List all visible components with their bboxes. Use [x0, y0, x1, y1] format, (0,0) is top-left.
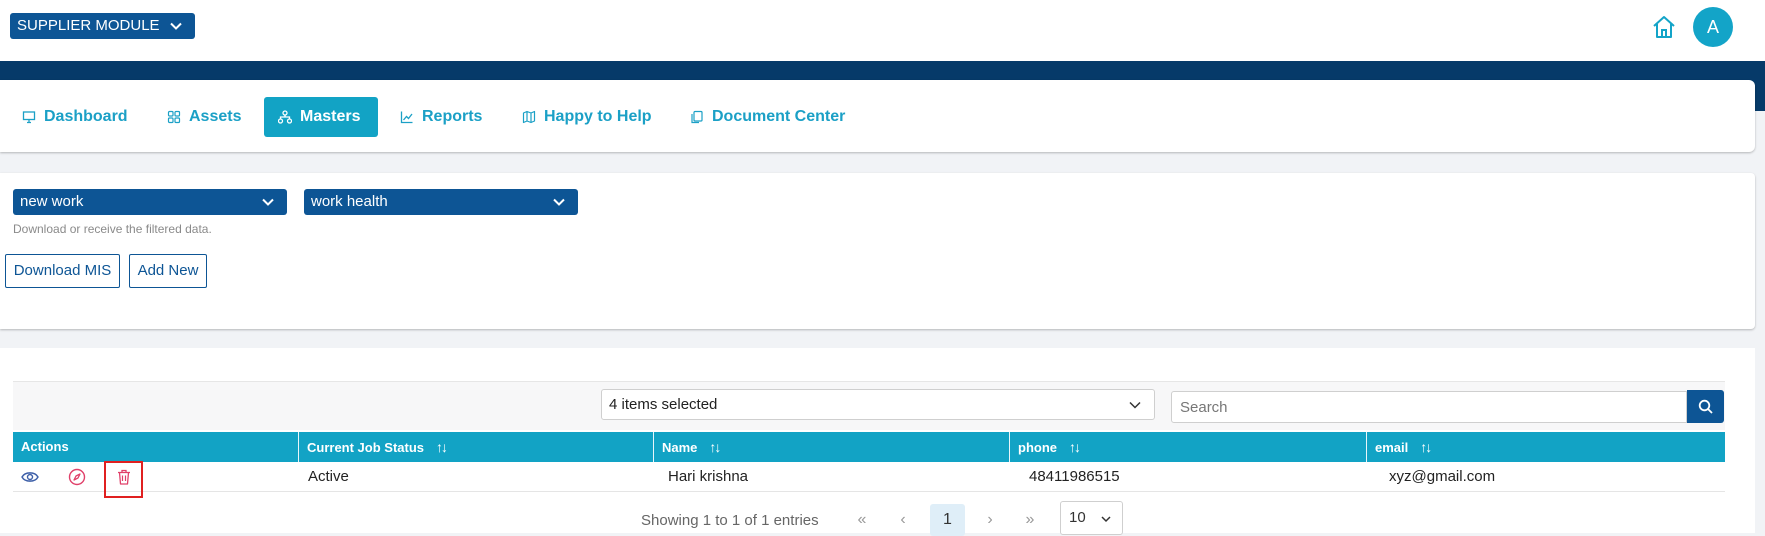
tab-label: Assets: [189, 108, 242, 125]
header-label: email: [1375, 440, 1409, 455]
table-header: Actions Current Job Status ↑↓ Name ↑↓ phon…: [13, 432, 1725, 462]
main-nav: Dashboard Assets Masters Reports Happy t…: [0, 80, 1755, 152]
select-value: work health: [311, 193, 388, 210]
header-phone[interactable]: phone ↑↓: [1009, 432, 1366, 462]
last-page-button[interactable]: »: [1015, 504, 1045, 536]
first-page-button[interactable]: «: [847, 504, 877, 536]
header-email[interactable]: email ↑↓: [1366, 432, 1725, 462]
tab-document-center[interactable]: Document Center: [676, 97, 859, 137]
module-select-label: SUPPLIER MODULE: [17, 17, 160, 34]
sort-icon: ↑↓: [1420, 439, 1432, 455]
sort-icon: ↑↓: [436, 439, 448, 455]
search-button[interactable]: [1687, 390, 1724, 423]
tab-label: Document Center: [712, 108, 846, 125]
next-page-button[interactable]: ›: [975, 504, 1005, 536]
header-label: Actions: [21, 439, 69, 454]
page-size-value: 10: [1069, 509, 1086, 526]
documents-icon: [691, 110, 703, 124]
chevron-down-icon: [553, 198, 565, 206]
trash-icon[interactable]: [115, 468, 133, 486]
header-label: phone: [1018, 440, 1057, 455]
tab-label: Dashboard: [44, 108, 128, 125]
header-label: Current Job Status: [307, 440, 425, 455]
search-icon: [1698, 399, 1713, 414]
header-job-status[interactable]: Current Job Status ↑↓: [298, 432, 653, 462]
pagination-info: Showing 1 to 1 of 1 entries: [641, 512, 819, 529]
filter-hint: Download or receive the filtered data.: [13, 222, 212, 236]
work-type-select[interactable]: new work: [13, 189, 287, 215]
tab-reports[interactable]: Reports: [386, 97, 496, 137]
chevron-down-icon: [170, 22, 182, 30]
top-bar: SUPPLIER MODULE A: [0, 0, 1765, 61]
download-mis-button[interactable]: Download MIS: [5, 254, 120, 288]
sort-icon: ↑↓: [1069, 439, 1081, 455]
page-button-current[interactable]: 1: [930, 504, 965, 536]
select-value: 4 items selected: [609, 396, 718, 413]
tab-dashboard[interactable]: Dashboard: [8, 97, 142, 137]
grid-icon: [167, 110, 181, 124]
search-input[interactable]: [1171, 391, 1687, 423]
table-row: Active Hari krishna 48411986515 xyz@gmai…: [13, 461, 1725, 498]
page-size-select[interactable]: 10: [1060, 501, 1123, 535]
header-name[interactable]: Name ↑↓: [653, 432, 1009, 462]
chevron-down-icon: [1101, 516, 1111, 523]
sitemap-icon: [278, 110, 292, 124]
tab-assets[interactable]: Assets: [153, 97, 255, 137]
add-new-button[interactable]: Add New: [129, 254, 207, 288]
tab-label: Masters: [300, 108, 361, 125]
sort-icon: ↑↓: [709, 439, 721, 455]
monitor-icon: [22, 111, 36, 124]
header-actions: Actions: [13, 432, 298, 462]
map-icon: [522, 110, 536, 124]
chevron-down-icon: [1129, 401, 1141, 409]
select-value: new work: [20, 193, 84, 210]
cell-status: Active: [308, 468, 349, 485]
cell-phone: 48411986515: [1029, 468, 1120, 485]
tab-happy-to-help[interactable]: Happy to Help: [508, 97, 666, 137]
tab-label: Happy to Help: [544, 108, 652, 125]
tab-masters[interactable]: Masters: [264, 97, 378, 137]
category-select[interactable]: work health: [304, 189, 578, 215]
chevron-down-icon: [262, 198, 274, 206]
chart-line-icon: [400, 111, 413, 124]
tab-label: Reports: [422, 108, 483, 125]
cell-email: xyz@gmail.com: [1389, 468, 1496, 485]
module-select[interactable]: SUPPLIER MODULE: [10, 13, 195, 39]
prev-page-button[interactable]: ‹: [888, 504, 918, 536]
columns-select[interactable]: 4 items selected: [601, 389, 1155, 420]
filter-panel: new work work health Download or receive…: [0, 173, 1755, 329]
header-label: Name: [662, 440, 698, 455]
cell-name: Hari krishna: [668, 468, 749, 485]
eye-icon[interactable]: [21, 468, 39, 486]
avatar[interactable]: A: [1693, 7, 1733, 47]
home-icon[interactable]: [1650, 13, 1678, 41]
compass-icon[interactable]: [68, 468, 86, 486]
